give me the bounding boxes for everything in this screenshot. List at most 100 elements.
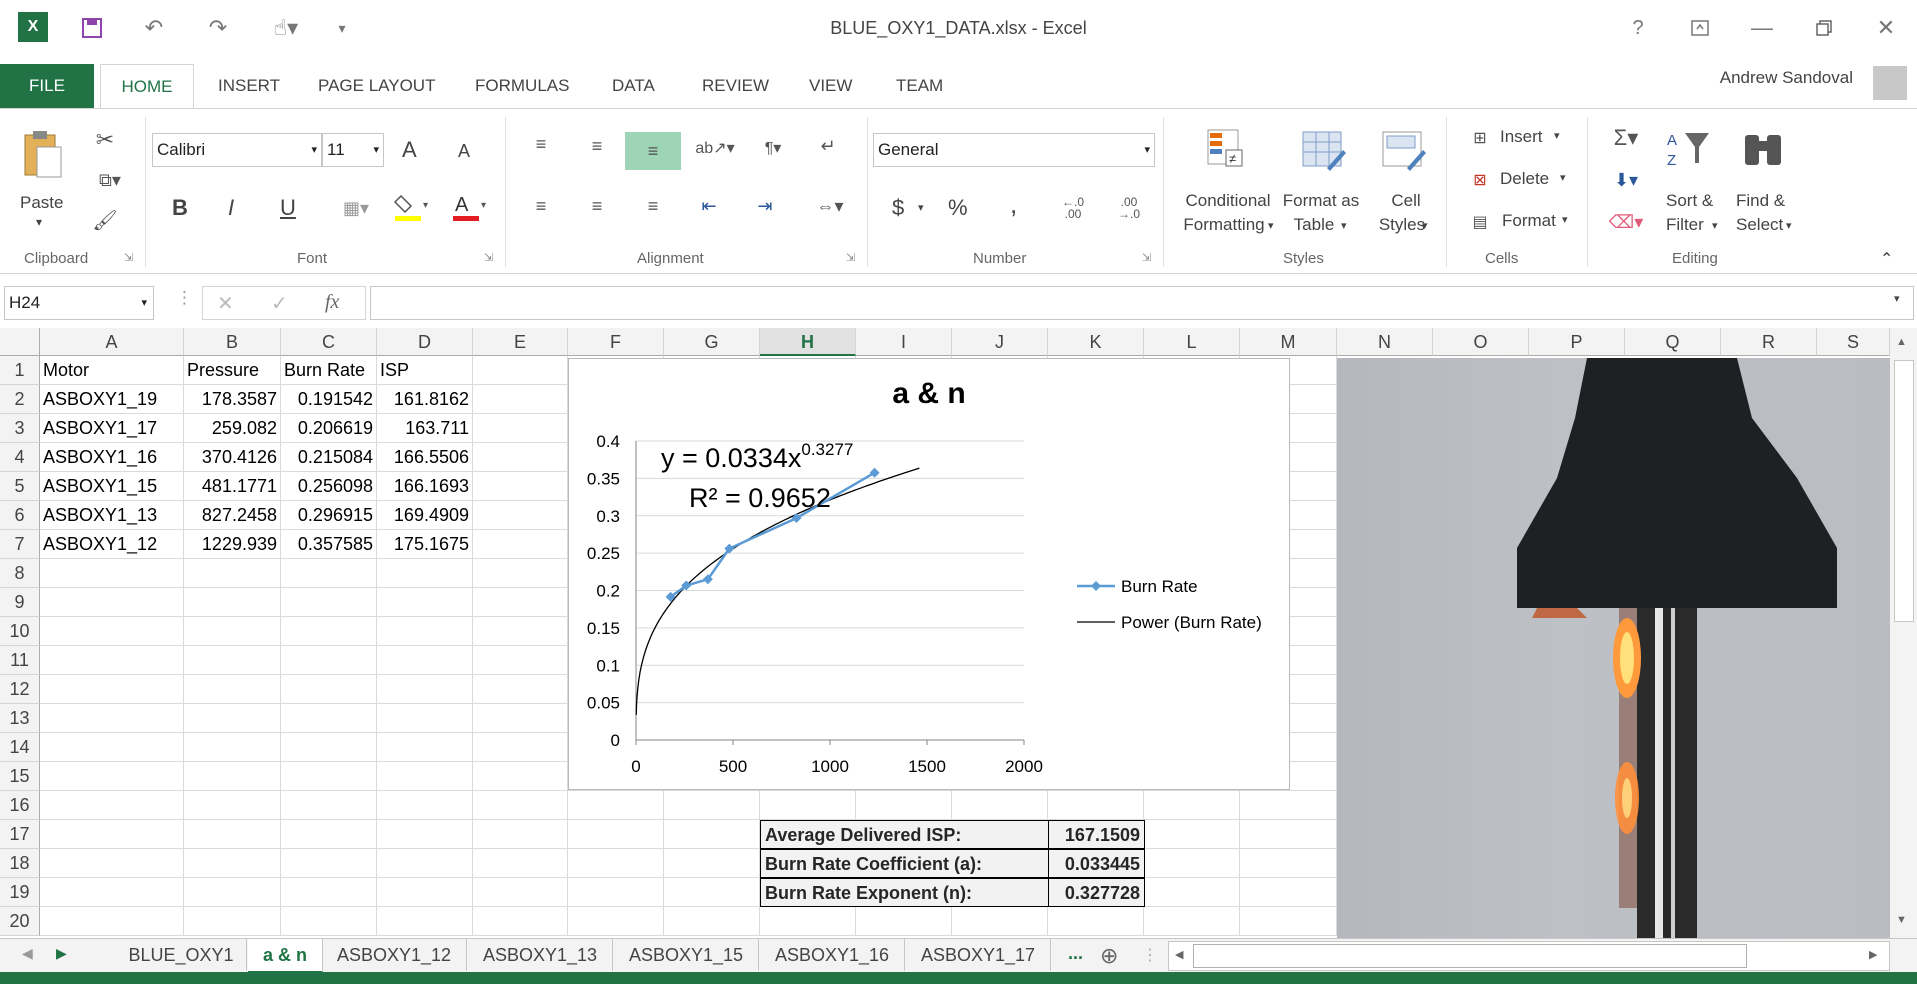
- table-cell[interactable]: ASBOXY1_15: [43, 472, 184, 501]
- row-header-7[interactable]: 7: [0, 530, 40, 559]
- row-header-15[interactable]: 15: [0, 762, 40, 791]
- currency-button[interactable]: $: [892, 195, 904, 221]
- clear-icon[interactable]: ⌫▾: [1604, 207, 1648, 237]
- tab-team[interactable]: TEAM: [896, 64, 943, 108]
- tab-formulas[interactable]: FORMULAS: [475, 64, 569, 108]
- scroll-up-icon[interactable]: ▲: [1896, 336, 1907, 348]
- row-header-14[interactable]: 14: [0, 733, 40, 762]
- tab-home[interactable]: HOME: [100, 64, 194, 111]
- conditional-formatting-label-1[interactable]: Conditional: [1180, 191, 1276, 211]
- expand-formula-bar-icon[interactable]: ▾: [1894, 292, 1900, 305]
- insert-label[interactable]: Insert: [1500, 127, 1543, 147]
- collapse-ribbon-icon[interactable]: ⌃: [1880, 249, 1893, 269]
- cut-icon[interactable]: ✂: [90, 125, 120, 155]
- sheet-tab[interactable]: ASBOXY1_12: [322, 939, 467, 971]
- row-header-2[interactable]: 2: [0, 385, 40, 414]
- table-cell[interactable]: 175.1675: [380, 530, 473, 559]
- sort-filter-label-1[interactable]: Sort &: [1666, 191, 1713, 211]
- format-painter-icon[interactable]: 🖌: [90, 205, 120, 235]
- summary-value[interactable]: 0.033445: [1048, 849, 1145, 878]
- cell-styles-label-1[interactable]: Cell: [1388, 191, 1424, 211]
- help-icon[interactable]: ?: [1624, 14, 1652, 42]
- more-options-icon[interactable]: ⋮: [176, 288, 193, 308]
- chevron-down-icon[interactable]: ▾: [1786, 219, 1792, 232]
- table-cell[interactable]: ASBOXY1_17: [43, 414, 184, 443]
- decrease-indent-icon[interactable]: ⇤: [692, 191, 726, 221]
- column-header-p[interactable]: P: [1529, 328, 1625, 356]
- number-launcher-icon[interactable]: ⇲: [1142, 251, 1151, 264]
- row-header-20[interactable]: 20: [0, 907, 40, 936]
- column-header-l[interactable]: L: [1144, 328, 1240, 356]
- chevron-down-icon[interactable]: ▾: [1341, 219, 1347, 232]
- merge-center-icon[interactable]: ⇔▾: [806, 191, 854, 221]
- tab-view[interactable]: VIEW: [809, 64, 852, 108]
- paste-icon[interactable]: [18, 127, 68, 183]
- find-select-label-1[interactable]: Find &: [1736, 191, 1785, 211]
- scrollbar-thumb[interactable]: [1894, 360, 1914, 622]
- table-cell[interactable]: ASBOXY1_16: [43, 443, 184, 472]
- comma-button[interactable]: ,: [1010, 189, 1017, 220]
- column-header-f[interactable]: F: [568, 328, 664, 356]
- bottom-align-icon[interactable]: ≡: [625, 132, 681, 170]
- row-header-11[interactable]: 11: [0, 646, 40, 675]
- table-cell[interactable]: 0.256098: [284, 472, 377, 501]
- table-cell[interactable]: 161.8162: [380, 385, 473, 414]
- avatar[interactable]: [1873, 66, 1907, 100]
- row-header-17[interactable]: 17: [0, 820, 40, 849]
- column-header-e[interactable]: E: [473, 328, 568, 356]
- currency-dropdown-icon[interactable]: ▾: [918, 201, 924, 214]
- delete-cells-icon[interactable]: ⊠: [1468, 167, 1492, 193]
- conditional-formatting-label-2[interactable]: Formatting: [1176, 215, 1272, 235]
- number-format-select[interactable]: General ▾: [873, 133, 1155, 167]
- table-cell[interactable]: 0.191542: [284, 385, 377, 414]
- summary-label[interactable]: Average Delivered ISP:: [760, 820, 1049, 849]
- table-cell[interactable]: 166.1693: [380, 472, 473, 501]
- cell-styles-label-2[interactable]: Styles: [1376, 215, 1428, 235]
- format-label[interactable]: Format: [1502, 211, 1556, 231]
- clipboard-launcher-icon[interactable]: ⇲: [124, 251, 133, 264]
- insert-function-icon[interactable]: fx: [325, 291, 339, 314]
- shrink-font-button[interactable]: A: [458, 141, 470, 162]
- table-cell[interactable]: 1229.939: [187, 530, 281, 559]
- summary-value[interactable]: 0.327728: [1048, 878, 1145, 907]
- fill-color-icon[interactable]: ▾: [390, 191, 432, 223]
- row-header-3[interactable]: 3: [0, 414, 40, 443]
- increase-indent-icon[interactable]: ⇥: [748, 191, 782, 221]
- insert-cells-icon[interactable]: ⊞: [1468, 125, 1492, 151]
- font-name-select[interactable]: Calibri ▾: [152, 133, 322, 167]
- bold-button[interactable]: B: [172, 195, 188, 221]
- format-as-table-icon[interactable]: [1300, 129, 1348, 173]
- table-cell[interactable]: 0.206619: [284, 414, 377, 443]
- sort-filter-icon[interactable]: AZ: [1664, 127, 1712, 171]
- column-header-d[interactable]: D: [377, 328, 473, 356]
- column-header-r[interactable]: R: [1721, 328, 1817, 356]
- column-header-m[interactable]: M: [1240, 328, 1337, 356]
- formula-input[interactable]: [370, 286, 1914, 320]
- header-cell[interactable]: ISP: [380, 356, 473, 385]
- row-header-6[interactable]: 6: [0, 501, 40, 530]
- burn-rate-chart[interactable]: a & n 0 0.05 0.1 0.15 0.2 0.25 0.3 0.35 0.4 0 500 10…: [568, 358, 1290, 790]
- format-as-table-label-1[interactable]: Format as: [1280, 191, 1362, 211]
- table-cell[interactable]: 481.1771: [187, 472, 281, 501]
- enter-icon[interactable]: ✓: [271, 291, 288, 316]
- sheet-tab[interactable]: BLUE_OXY1: [116, 939, 247, 971]
- grow-font-button[interactable]: A: [402, 137, 417, 163]
- increase-decimal-icon[interactable]: ←.0.00: [1056, 193, 1090, 223]
- align-center-icon[interactable]: ≡: [580, 191, 614, 221]
- table-cell[interactable]: 0.296915: [284, 501, 377, 530]
- tab-page-layout[interactable]: PAGE LAYOUT: [318, 64, 435, 108]
- row-header-8[interactable]: 8: [0, 559, 40, 588]
- table-cell[interactable]: 0.215084: [284, 443, 377, 472]
- sort-filter-label-2[interactable]: Filter: [1666, 215, 1704, 235]
- format-cells-icon[interactable]: ▤: [1468, 209, 1492, 235]
- table-cell[interactable]: 0.357585: [284, 530, 377, 559]
- row-header-4[interactable]: 4: [0, 443, 40, 472]
- restore-icon[interactable]: [1810, 14, 1838, 42]
- autosum-icon[interactable]: Σ▾: [1604, 123, 1648, 153]
- user-name[interactable]: Andrew Sandoval: [1720, 68, 1853, 88]
- chevron-down-icon[interactable]: ▾: [1422, 219, 1428, 232]
- summary-label[interactable]: Burn Rate Exponent (n):: [760, 878, 1049, 907]
- column-header-b[interactable]: B: [184, 328, 281, 356]
- tab-insert[interactable]: INSERT: [218, 64, 280, 108]
- horizontal-scrollbar[interactable]: ◀ ▶: [1168, 941, 1890, 971]
